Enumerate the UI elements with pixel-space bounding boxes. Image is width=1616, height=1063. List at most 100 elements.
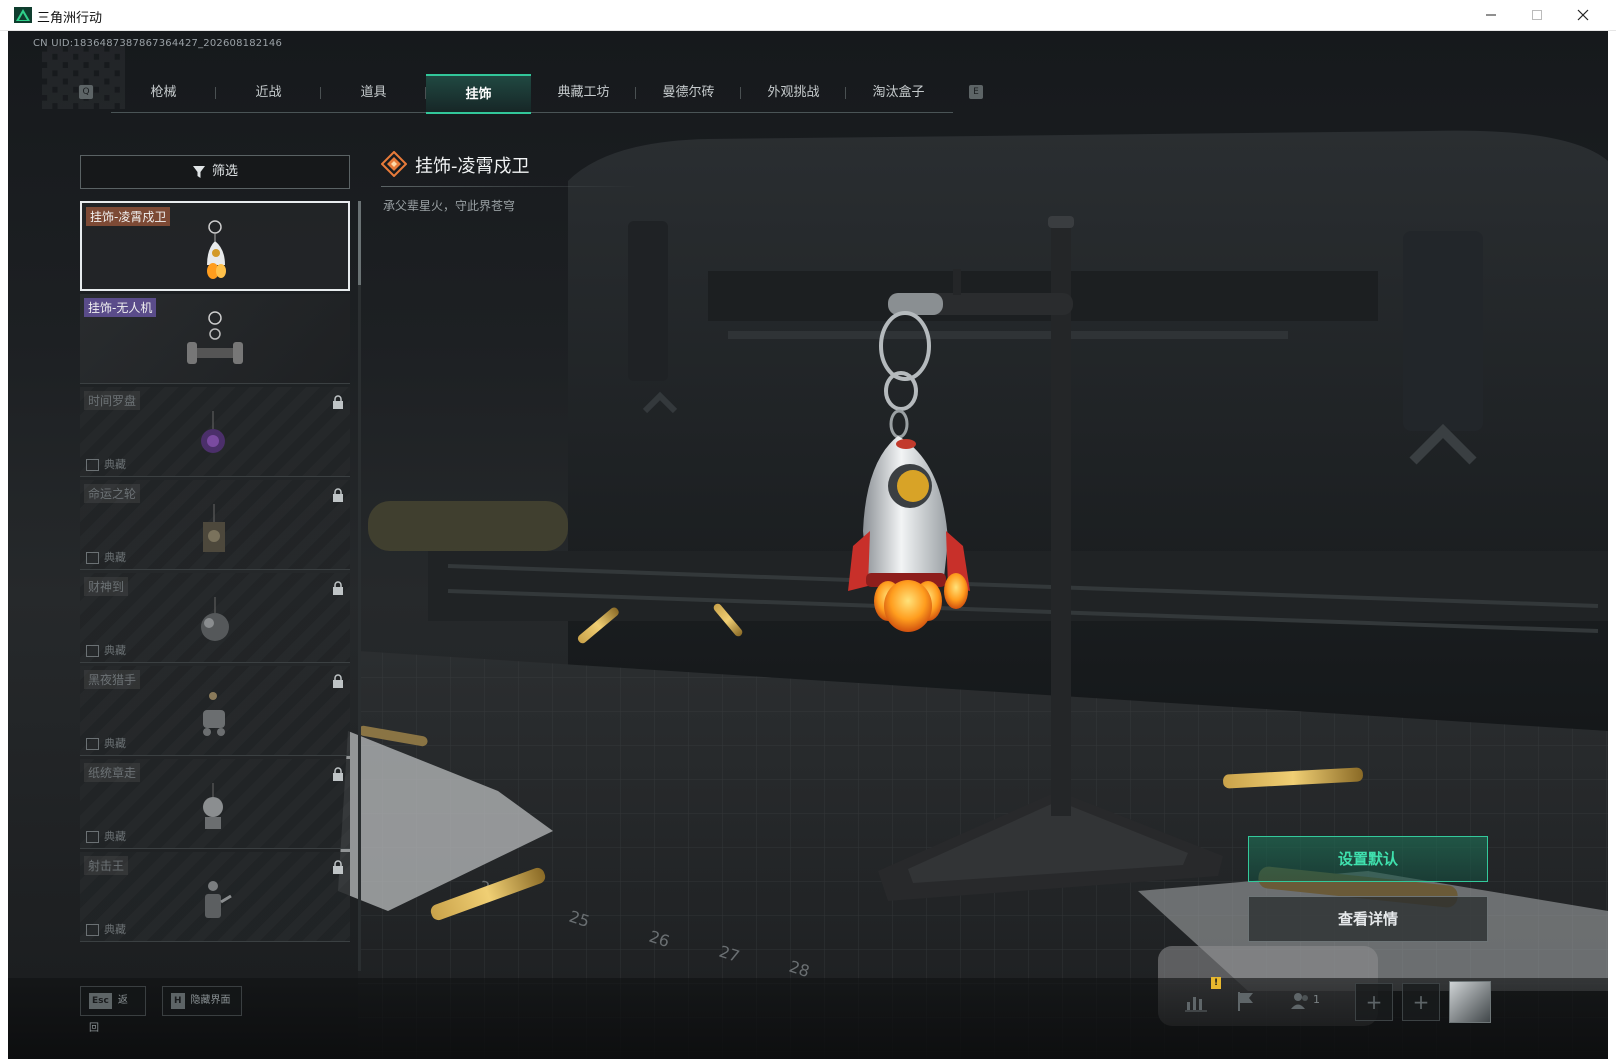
- rarity-text: 典藏: [104, 458, 126, 471]
- image-icon: [86, 738, 99, 750]
- maximize-button[interactable]: [1514, 0, 1560, 30]
- list-scrollbar[interactable]: [358, 201, 361, 971]
- tab-label: 曼德尔砖: [662, 85, 715, 100]
- tab-collection-workshop[interactable]: 典藏工坊: [531, 74, 636, 112]
- tab-props[interactable]: 道具: [321, 74, 426, 112]
- list-item[interactable]: 挂饰-凌霄戍卫: [80, 201, 350, 291]
- stats-icon[interactable]: [1183, 988, 1209, 1014]
- party-icon[interactable]: [1288, 988, 1314, 1014]
- tab-mandel-brick[interactable]: 曼德尔砖: [636, 74, 741, 112]
- minimize-button[interactable]: [1468, 0, 1514, 30]
- item-title: 挂饰-凌霄戍卫: [415, 156, 530, 177]
- lock-icon: [333, 488, 343, 502]
- tab-label: 外观挑战: [767, 85, 820, 100]
- hunter-charm-thumbnail: [203, 692, 225, 736]
- tab-charms[interactable]: 挂饰: [426, 74, 531, 114]
- flag-icon[interactable]: [1233, 988, 1259, 1014]
- rarity-label: 典藏: [86, 921, 126, 937]
- title-divider: [381, 186, 637, 187]
- list-item[interactable]: 挂饰-无人机: [80, 294, 350, 384]
- hide-ui-label: 隐藏界面: [190, 995, 231, 1006]
- next-tab-key-hint[interactable]: E: [969, 85, 983, 99]
- minimize-icon: [1486, 14, 1496, 16]
- app-logo-icon: [14, 7, 32, 23]
- shooter-charm-thumbnail: [205, 881, 232, 918]
- view-details-button[interactable]: 查看详情: [1248, 896, 1488, 942]
- lock-icon: [333, 674, 343, 688]
- filter-button[interactable]: 筛选: [80, 155, 350, 189]
- list-item[interactable]: 纸统章走 典藏: [80, 759, 350, 849]
- lock-icon: [333, 395, 343, 409]
- rarity-text: 典藏: [104, 830, 126, 843]
- list-item[interactable]: 财神到 典藏: [80, 573, 350, 663]
- image-icon: [86, 552, 99, 564]
- image-icon: [86, 645, 99, 657]
- tab-label: 道具: [360, 85, 387, 100]
- rarity-label: 典藏: [86, 828, 126, 844]
- rarity-label: 典藏: [86, 642, 126, 658]
- list-item[interactable]: 时间罗盘 典藏: [80, 387, 350, 477]
- alert-badge: !: [1211, 977, 1221, 989]
- compass-charm-thumbnail: [201, 411, 225, 453]
- image-icon: [86, 924, 99, 936]
- item-name: 财神到: [84, 577, 129, 596]
- rarity-text: 典藏: [104, 551, 126, 564]
- party-count: 1: [1313, 993, 1320, 1006]
- window-titlebar: 三角洲行动: [0, 0, 1616, 31]
- item-name: 挂饰-无人机: [84, 298, 157, 317]
- drone-charm-thumbnail: [187, 311, 243, 364]
- tab-label: 挂饰: [465, 87, 492, 102]
- game-viewport: 24 25 26 27 28: [8, 31, 1608, 1059]
- charm-rarity-icon: [381, 151, 407, 177]
- lock-icon: [333, 860, 343, 874]
- back-button[interactable]: Esc 返回: [80, 986, 146, 1034]
- tab-label: 淘汰盒子: [872, 85, 925, 100]
- image-icon: [86, 459, 99, 471]
- rarity-text: 典藏: [104, 644, 126, 657]
- rarity-label: 典藏: [86, 549, 126, 565]
- lock-icon: [333, 767, 343, 781]
- rarity-label: 典藏: [86, 735, 126, 751]
- player-avatar[interactable]: [1449, 981, 1491, 1023]
- scrollbar-thumb[interactable]: [358, 201, 361, 285]
- rarity-label: 典藏: [86, 456, 126, 472]
- set-default-button[interactable]: 设置默认: [1248, 836, 1488, 882]
- hide-ui-button[interactable]: H 隐藏界面: [162, 986, 242, 1016]
- list-item[interactable]: 射击王 典藏: [80, 852, 350, 942]
- charm-list: 挂饰-凌霄戍卫 挂饰-无人机 时间罗盘 典藏 命运之轮 典藏 财神到 典藏 黑夜…: [80, 201, 350, 946]
- wheel-charm-thumbnail: [203, 504, 225, 552]
- item-name: 时间罗盘: [84, 391, 141, 410]
- tab-label: 典藏工坊: [557, 85, 610, 100]
- item-description: 承父辈星火，守此界苍穹: [383, 199, 516, 213]
- skull-charm-thumbnail: [203, 783, 223, 829]
- rarity-text: 典藏: [104, 737, 126, 750]
- filter-label: 筛选: [211, 164, 238, 179]
- item-name: 射击王: [84, 856, 129, 875]
- image-icon: [86, 831, 99, 843]
- prev-tab-key-hint[interactable]: Q: [79, 85, 93, 99]
- close-button[interactable]: [1560, 0, 1606, 30]
- esc-key-hint: Esc: [89, 993, 112, 1009]
- close-icon: [1577, 9, 1589, 21]
- item-name: 命运之轮: [84, 484, 141, 503]
- tab-firearms[interactable]: 枪械: [111, 74, 216, 112]
- tab-label: 枪械: [150, 85, 177, 100]
- item-name: 挂饰-凌霄戍卫: [86, 207, 171, 226]
- fortune-charm-thumbnail: [201, 597, 229, 641]
- h-key-hint: H: [171, 993, 185, 1009]
- item-name: 黑夜猎手: [84, 670, 141, 689]
- tab-elimination-box[interactable]: 淘汰盒子: [846, 74, 951, 112]
- window-title: 三角洲行动: [37, 11, 103, 26]
- tab-appearance-challenge[interactable]: 外观挑战: [741, 74, 846, 112]
- rocket-charm-thumbnail: [207, 220, 226, 279]
- maximize-icon: [1532, 10, 1542, 20]
- tab-label: 近战: [255, 85, 282, 100]
- rarity-text: 典藏: [104, 923, 126, 936]
- add-teammate-slot[interactable]: +: [1402, 983, 1440, 1021]
- add-teammate-slot[interactable]: +: [1355, 983, 1393, 1021]
- list-item[interactable]: 黑夜猎手 典藏: [80, 666, 350, 756]
- tab-melee[interactable]: 近战: [216, 74, 321, 112]
- item-name: 纸统章走: [84, 763, 141, 782]
- list-item[interactable]: 命运之轮 典藏: [80, 480, 350, 570]
- filter-icon: [192, 165, 205, 178]
